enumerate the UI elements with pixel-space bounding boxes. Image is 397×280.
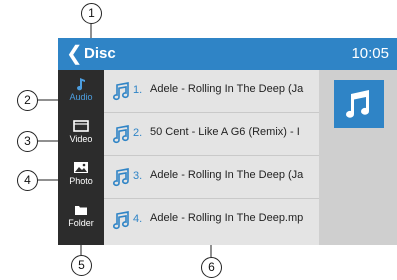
track-title: Adele - Rolling In The Deep.mp (150, 212, 304, 224)
list-item[interactable]: 1. Adele - Rolling In The Deep (Ja (104, 70, 319, 113)
track-title: 50 Cent - Like A G6 (Remix) - I (150, 126, 300, 138)
sidebar-item-label: Folder (68, 218, 94, 228)
track-title: Adele - Rolling In The Deep (Ja (150, 169, 304, 181)
track-list: 1. Adele - Rolling In The Deep (Ja 2. 50… (104, 70, 319, 245)
callout-5: 5 (71, 255, 92, 276)
music-note-icon (77, 78, 85, 91)
music-note-icon (346, 90, 370, 118)
sidebar-item-label: Photo (69, 176, 93, 186)
callout-4: 4 (17, 170, 38, 191)
track-title: Adele - Rolling In The Deep (Ja (150, 83, 304, 95)
callout-2: 2 (17, 90, 38, 111)
track-number: 3. (133, 170, 143, 182)
page-title: Disc (84, 45, 116, 62)
photo-icon (74, 162, 88, 173)
video-icon (73, 120, 89, 132)
chevron-left-icon[interactable]: ❮ (66, 42, 83, 66)
album-art (334, 80, 384, 128)
media-player-screen: ❮ Disc 10:05 Audio Video Photo Folder 1.… (58, 38, 397, 245)
music-note-icon (113, 125, 129, 144)
callout-6: 6 (201, 257, 222, 278)
clock-time: 10:05 (351, 45, 389, 62)
list-item[interactable]: 4. Adele - Rolling In The Deep.mp (104, 199, 319, 241)
sidebar-item-audio[interactable]: Audio (58, 70, 104, 112)
sidebar-item-video[interactable]: Video (58, 112, 104, 154)
music-note-icon (113, 82, 129, 101)
folder-icon (75, 206, 87, 215)
list-item[interactable]: 3. Adele - Rolling In The Deep (Ja (104, 156, 319, 199)
track-number: 4. (133, 213, 143, 225)
music-note-icon (113, 168, 129, 187)
callout-3: 3 (17, 131, 38, 152)
music-note-icon (113, 211, 129, 230)
album-art-panel (319, 70, 397, 245)
sidebar-item-folder[interactable]: Folder (58, 196, 104, 238)
track-number: 2. (133, 127, 143, 139)
track-number: 1. (133, 84, 143, 96)
sidebar: Audio Video Photo Folder (58, 70, 104, 245)
sidebar-item-label: Video (69, 134, 93, 144)
callout-1: 1 (81, 3, 102, 24)
sidebar-item-label: Audio (69, 92, 93, 102)
list-item[interactable]: 2. 50 Cent - Like A G6 (Remix) - I (104, 113, 319, 156)
sidebar-item-photo[interactable]: Photo (58, 154, 104, 196)
top-bar: ❮ Disc 10:05 (58, 38, 397, 70)
